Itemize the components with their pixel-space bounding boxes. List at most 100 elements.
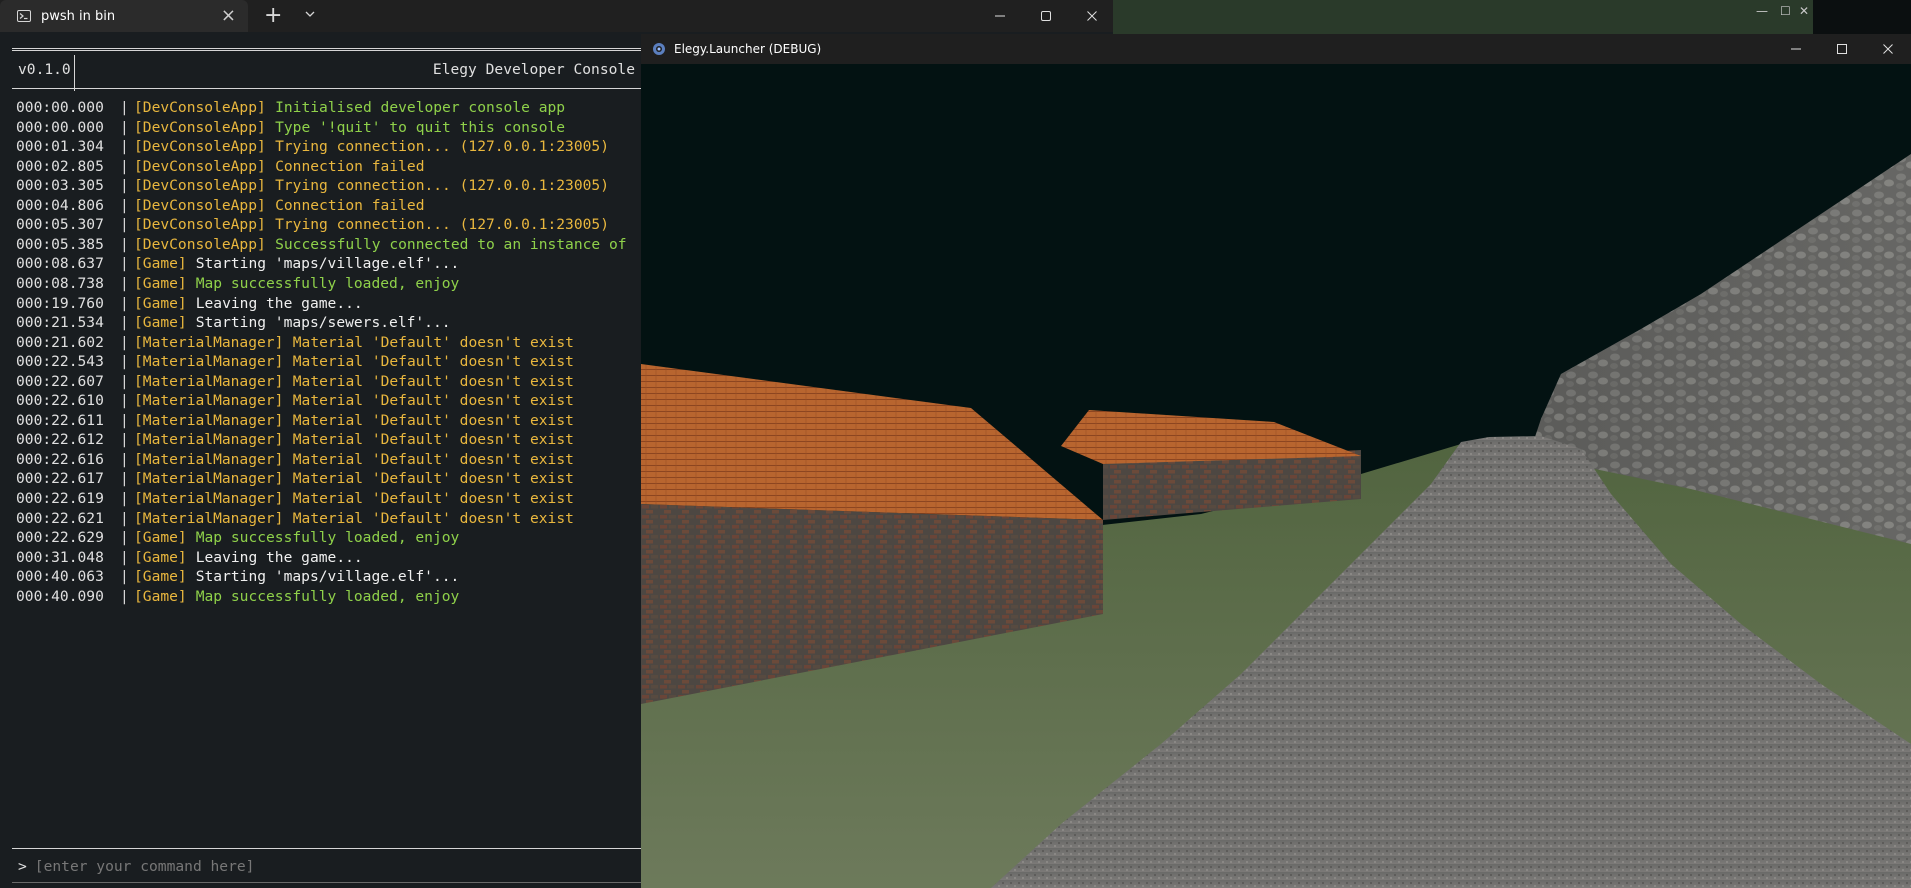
log-message: Map successfully loaded, enjoy (195, 274, 460, 292)
log-message: Material 'Default' doesn't exist (292, 490, 574, 507)
log-source-tag: [DevConsoleApp] (134, 196, 266, 214)
log-source-tag: [MaterialManager] (134, 431, 284, 449)
log-separator: | (120, 548, 129, 566)
log-source-tag: [DevConsoleApp] (134, 118, 266, 136)
log-timestamp: 000:00.000 (16, 99, 104, 116)
log-separator: | (120, 314, 129, 332)
log-message: Starting 'maps/sewers.elf'... (195, 314, 451, 332)
log-separator: | (120, 196, 129, 214)
log-timestamp: 000:19.760 (16, 294, 104, 312)
log-separator: | (120, 138, 129, 156)
log-message: Trying connection... (127.0.0.1:23005) (275, 138, 609, 156)
log-timestamp: 000:08.738 (16, 274, 104, 292)
log-timestamp: 000:22.616 (16, 450, 104, 468)
log-separator: | (120, 392, 129, 410)
log-source-tag: [MaterialManager] (134, 372, 284, 390)
game-titlebar: Elegy.Launcher (DEBUG) (641, 34, 1911, 64)
log-separator: | (120, 372, 129, 390)
log-source-tag: [DevConsoleApp] (134, 157, 266, 175)
close-icon[interactable] (1069, 0, 1115, 32)
log-message: Trying connection... (127.0.0.1:23005) (275, 216, 609, 234)
log-timestamp: 000:00.000 (16, 118, 104, 136)
log-source-tag: [DevConsoleApp] (134, 216, 266, 234)
plus-icon[interactable]: + (264, 4, 282, 28)
command-input[interactable] (34, 858, 595, 875)
log-source-tag: [MaterialManager] (134, 392, 284, 410)
log-separator: | (120, 235, 129, 253)
log-source-tag: [DevConsoleApp] (134, 138, 266, 156)
log-separator: | (120, 411, 129, 429)
close-icon[interactable] (1865, 34, 1911, 64)
game-viewport[interactable] (641, 64, 1911, 888)
tab-title: pwsh in bin (41, 8, 116, 24)
log-message: Leaving the game... (195, 294, 363, 312)
close-icon[interactable]: ✕ (1799, 4, 1809, 18)
terminal-tab[interactable]: pwsh in bin × (0, 0, 248, 32)
log-source-tag: [MaterialManager] (134, 353, 284, 371)
minimize-icon[interactable]: — (1756, 4, 1768, 18)
background-window-titlebar: — ☐ ✕ (1113, 0, 1813, 34)
chevron-down-icon[interactable] (304, 8, 316, 20)
maximize-icon[interactable] (1819, 34, 1865, 64)
log-separator: | (120, 216, 129, 234)
log-message: Connection failed (275, 196, 425, 214)
log-separator: | (120, 274, 129, 292)
log-message: Material 'Default' doesn't exist (292, 509, 574, 527)
log-source-tag: [Game] (134, 529, 187, 547)
log-source-tag: [Game] (134, 294, 187, 312)
log-timestamp: 000:08.637 (16, 255, 104, 273)
console-header: v0.1.0 Elegy Developer Console (12, 48, 641, 91)
version-label: v0.1.0 (18, 61, 71, 78)
close-icon[interactable]: × (221, 6, 236, 26)
divider (12, 848, 641, 849)
log-timestamp: 000:02.805 (16, 157, 104, 175)
log-separator: | (120, 431, 129, 449)
log-source-tag: [Game] (134, 548, 187, 566)
log-message: Leaving the game... (195, 548, 363, 566)
log-source-tag: [Game] (134, 314, 187, 332)
log-separator: | (120, 470, 129, 488)
log-timestamp: 000:21.534 (16, 314, 104, 332)
log-separator: | (120, 568, 129, 586)
log-source-tag: [MaterialManager] (134, 490, 284, 507)
log-separator: | (120, 333, 129, 351)
log-message: Material 'Default' doesn't exist (292, 353, 574, 371)
maximize-icon[interactable] (1023, 0, 1069, 32)
minimize-icon[interactable] (1773, 34, 1819, 64)
log-source-tag: [MaterialManager] (134, 333, 284, 351)
console-title: Elegy Developer Console (432, 61, 635, 78)
log-separator: | (120, 255, 129, 273)
log-timestamp: 000:22.543 (16, 353, 104, 371)
game-window-controls (1773, 34, 1911, 64)
log-message: Map successfully loaded, enjoy (195, 529, 460, 547)
log-source-tag: [Game] (134, 255, 187, 273)
maximize-icon[interactable]: ☐ (1780, 4, 1791, 18)
log-source-tag: [Game] (134, 587, 187, 605)
terminal-tab-bar: pwsh in bin × + (0, 0, 1113, 32)
log-timestamp: 000:04.806 (16, 196, 104, 214)
minimize-icon[interactable] (977, 0, 1023, 32)
log-timestamp: 000:22.629 (16, 529, 104, 547)
log-separator: | (120, 157, 129, 175)
terminal-window-controls (977, 0, 1115, 32)
log-message: Successfully connected to an instance of (275, 235, 627, 253)
log-source-tag: [MaterialManager] (134, 470, 284, 488)
log-message: Type '!quit' to quit this console (275, 118, 566, 136)
log-source-tag: [Game] (134, 274, 187, 292)
log-message: Material 'Default' doesn't exist (292, 372, 574, 390)
log-message: Map successfully loaded, enjoy (195, 587, 460, 605)
log-timestamp: 000:03.305 (16, 177, 104, 195)
game-window-title: Elegy.Launcher (DEBUG) (674, 42, 822, 56)
divider (74, 55, 75, 91)
log-timestamp: 000:01.304 (16, 138, 104, 156)
log-timestamp: 000:22.619 (16, 490, 104, 507)
log-timestamp: 000:22.611 (16, 411, 104, 429)
log-separator: | (120, 118, 129, 136)
console-log[interactable]: 000:00.000 | [DevConsoleApp] Initialised de… (12, 98, 641, 878)
powershell-icon (17, 10, 31, 22)
log-timestamp: 000:05.307 (16, 216, 104, 234)
log-timestamp: 000:22.621 (16, 509, 104, 527)
log-message: Starting 'maps/village.elf'... (195, 255, 460, 273)
log-timestamp: 000:22.612 (16, 431, 104, 449)
log-timestamp: 000:40.090 (16, 587, 104, 605)
